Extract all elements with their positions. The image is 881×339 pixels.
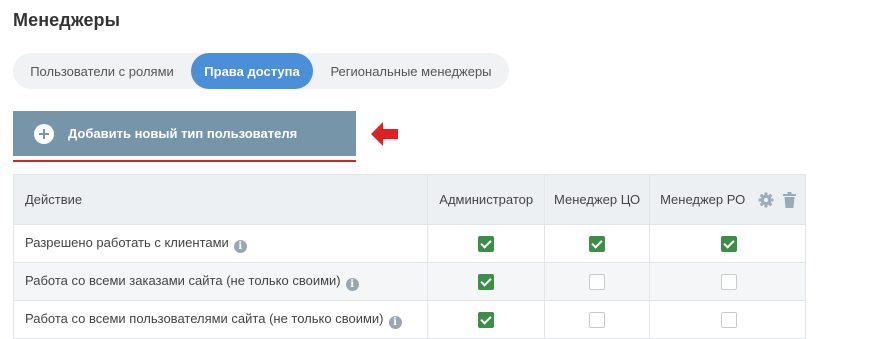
table-row: Разрешено работать с клиентами i	[12, 224, 806, 263]
admin-cell	[427, 300, 546, 339]
add-user-type-label: Добавить новый тип пользователя	[68, 126, 298, 141]
trash-icon[interactable]	[783, 191, 797, 208]
checkbox-admin-checked[interactable]	[478, 273, 495, 290]
info-icon[interactable]: i	[388, 315, 402, 329]
checkbox-admin-checked[interactable]	[478, 235, 495, 252]
row-label-cell: Разрешено работать с клиентами i	[12, 224, 429, 263]
row-label: Работа со всеми заказами сайта (не тольк…	[25, 272, 341, 288]
manager-co-cell	[544, 300, 651, 339]
header-manager-ro: Менеджер РО	[660, 192, 746, 207]
tab-access-rights[interactable]: Права доступа	[191, 53, 313, 89]
tab-users-with-roles[interactable]: Пользователи с ролями	[13, 53, 191, 89]
manager-ro-cell	[649, 262, 806, 301]
arrow-left-icon	[371, 122, 398, 146]
checkbox-manager-ro-checked[interactable]	[721, 235, 738, 252]
row-label: Разрешено работать с клиентами	[25, 234, 229, 250]
checkbox-manager-co-unchecked[interactable]	[589, 273, 606, 290]
permissions-table: Действие Администратор Менеджер ЦО Менед…	[12, 174, 806, 339]
checkbox-manager-co-unchecked[interactable]	[589, 311, 606, 328]
checkbox-admin-checked[interactable]	[478, 311, 495, 328]
row-label-cell: Работа со всеми заказами сайта (не тольк…	[12, 262, 429, 301]
manager-co-cell	[544, 262, 651, 301]
info-icon[interactable]: i	[233, 239, 247, 253]
header-manager-ro-cell: Менеджер РО	[649, 174, 806, 225]
manager-co-cell	[544, 224, 651, 263]
table-header-row: Действие Администратор Менеджер ЦО Менед…	[12, 174, 806, 225]
header-manager-co: Менеджер ЦО	[544, 174, 651, 225]
header-action: Действие	[12, 174, 429, 225]
info-icon[interactable]: i	[345, 277, 359, 291]
checkbox-manager-ro-unchecked[interactable]	[721, 273, 738, 290]
manager-ro-cell	[649, 224, 806, 263]
table-row: Работа со всеми заказами сайта (не тольк…	[12, 262, 806, 301]
row-label: Работа со всеми пользователями сайта (не…	[25, 310, 384, 326]
add-user-type-button[interactable]: Добавить новый тип пользователя	[13, 111, 356, 156]
tab-regional-managers[interactable]: Региональные менеджеры	[313, 53, 509, 89]
row-label-cell: Работа со всеми пользователями сайта (не…	[12, 300, 429, 339]
header-admin: Администратор	[427, 174, 546, 225]
plus-circle-icon	[34, 123, 54, 144]
manager-ro-cell	[649, 300, 806, 339]
tabs-bar: Пользователи с ролями Права доступа Реги…	[13, 53, 509, 89]
admin-cell	[427, 224, 546, 263]
page-title: Менеджеры	[13, 10, 121, 30]
gear-icon[interactable]	[758, 192, 774, 208]
table-row: Работа со всеми пользователями сайта (не…	[12, 300, 806, 339]
highlight-underline	[13, 160, 356, 162]
admin-cell	[427, 262, 546, 301]
checkbox-manager-co-checked[interactable]	[589, 235, 606, 252]
checkbox-manager-ro-unchecked[interactable]	[721, 311, 738, 328]
